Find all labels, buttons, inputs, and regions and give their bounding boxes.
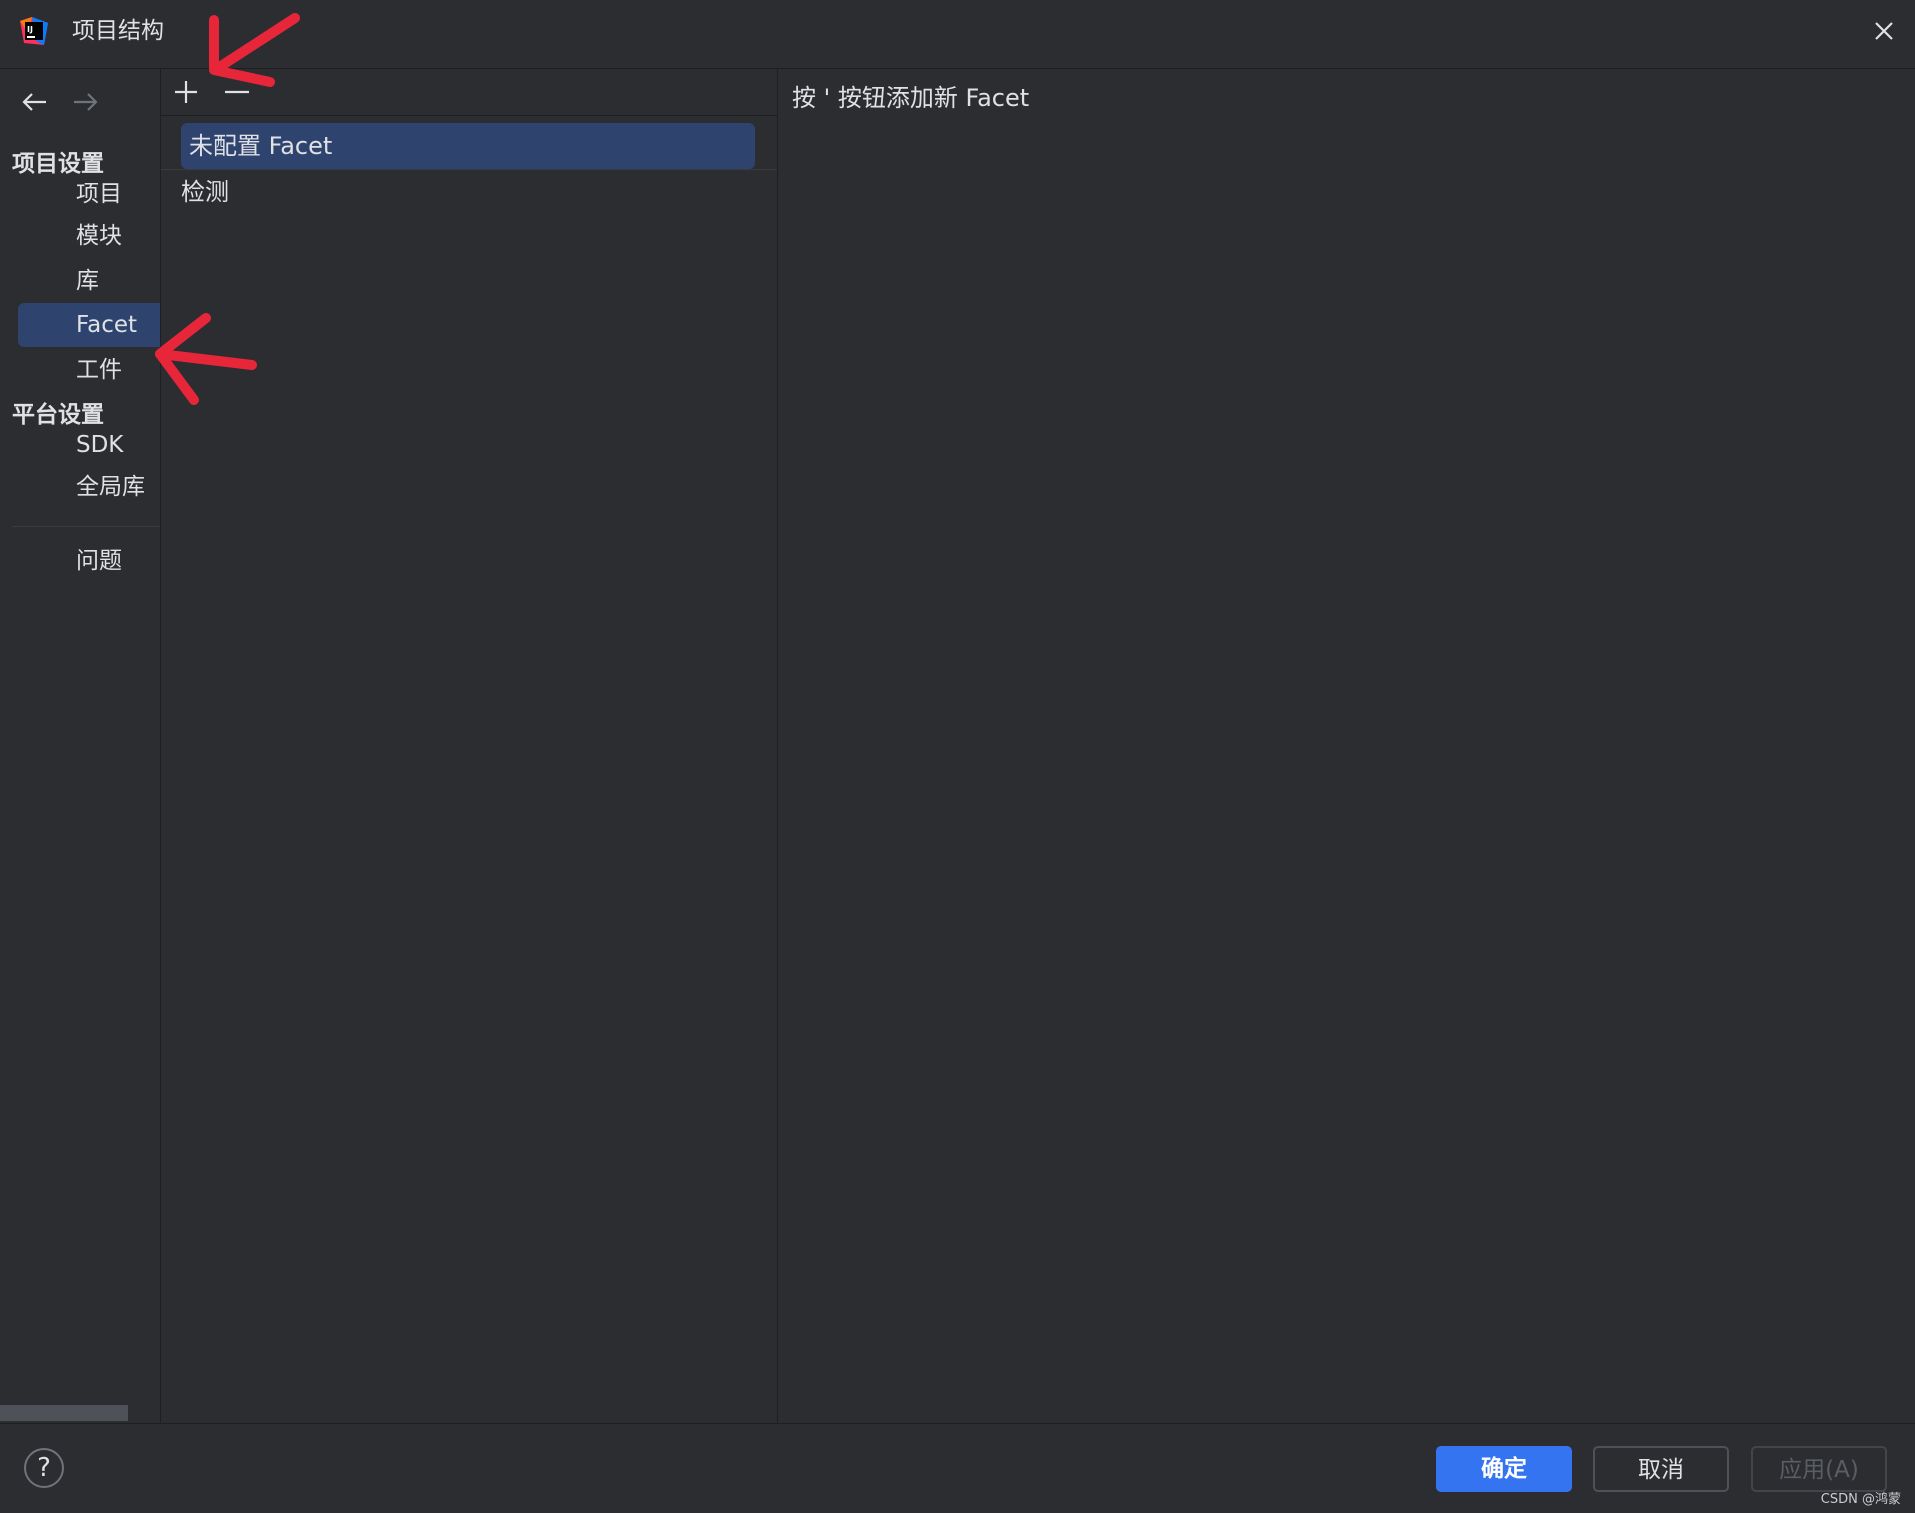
settings-sidebar: 项目设置 项目 模块 库 Facet 工件 平台设置 SDK 全局库 问题 xyxy=(0,69,161,1423)
sidebar-item-libraries[interactable]: 库 xyxy=(18,259,160,303)
cancel-button[interactable]: 取消 xyxy=(1593,1446,1729,1492)
empty-hint-text: 按 ' 按钮添加新 Facet xyxy=(792,84,1030,112)
sidebar-item-modules[interactable]: 模块 xyxy=(18,214,160,258)
facet-row-detection[interactable]: 检测 xyxy=(173,169,747,215)
facets-list-panel: 未配置 Facet 检测 xyxy=(161,69,778,1423)
sidebar-item-facets[interactable]: Facet xyxy=(18,303,160,347)
horizontal-scrollbar[interactable] xyxy=(0,1405,128,1421)
svg-text:IJ: IJ xyxy=(27,25,33,34)
sidebar-item-problems[interactable]: 问题 xyxy=(18,539,160,583)
watermark: CSDN @鸿蒙 xyxy=(1820,1492,1901,1507)
arrow-right-icon[interactable] xyxy=(70,87,100,117)
intellij-idea-logo-icon: IJ xyxy=(20,17,48,45)
ok-button[interactable]: 确定 xyxy=(1436,1446,1572,1492)
apply-button[interactable]: 应用(A) xyxy=(1751,1446,1887,1492)
sidebar-item-global-libraries[interactable]: 全局库 xyxy=(18,465,160,509)
sidebar-item-artifacts[interactable]: 工件 xyxy=(18,348,160,392)
facets-toolbar xyxy=(161,69,777,116)
help-button[interactable]: ? xyxy=(24,1448,64,1488)
minus-icon[interactable] xyxy=(222,77,252,107)
facet-row-unconfigured[interactable]: 未配置 Facet xyxy=(181,123,755,169)
sidebar-item-sdks[interactable]: SDK xyxy=(18,423,160,467)
arrow-left-icon[interactable] xyxy=(20,87,50,117)
facet-detail-panel: 按 ' 按钮添加新 Facet xyxy=(778,69,1915,1423)
sidebar-item-project[interactable]: 项目 xyxy=(18,172,160,216)
close-icon[interactable] xyxy=(1871,18,1897,44)
sidebar-divider xyxy=(12,526,160,527)
dialog-footer: ? 确定 取消 应用(A) CSDN @鸿蒙 xyxy=(0,1423,1915,1513)
window-title: 项目结构 xyxy=(72,18,164,44)
title-bar: IJ 项目结构 xyxy=(0,0,1915,69)
plus-icon[interactable] xyxy=(171,77,201,107)
